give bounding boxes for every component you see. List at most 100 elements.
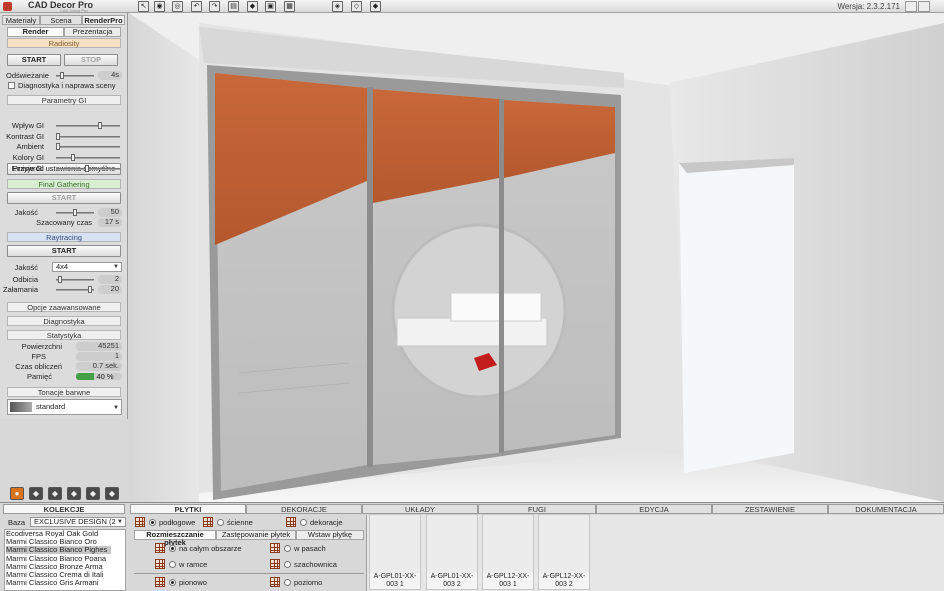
vertical-radio[interactable] [169, 579, 176, 586]
radiosity-start-button[interactable]: START [7, 54, 61, 66]
chevron-down-icon: ▼ [113, 405, 119, 411]
frame-radio[interactable] [169, 561, 176, 568]
tab-edit[interactable]: EDYCJA [596, 504, 712, 514]
box-front-icon[interactable]: ◇ [351, 1, 362, 12]
collection-list-item[interactable]: Marmi Classico Gris Armani [6, 579, 111, 587]
render-viewport[interactable] [129, 13, 944, 502]
refresh-value: 4s [98, 71, 122, 80]
gi-slider[interactable] [56, 143, 120, 151]
tab-documentation[interactable]: DOKUMENTACJA [828, 504, 944, 514]
version-label: Wersja: 2.3.2.171 [837, 2, 900, 11]
minimize-button[interactable] [905, 1, 917, 12]
tab-summary[interactable]: ZESTAWIENIE [712, 504, 828, 514]
refresh-slider[interactable] [56, 72, 94, 79]
divider [134, 573, 364, 574]
decor-radio[interactable] [300, 519, 307, 526]
radiosity-header[interactable]: Radiosity [7, 38, 121, 48]
gi-slider[interactable] [56, 122, 120, 129]
rt-refractions-label: Załamania [2, 285, 38, 294]
whole-area-label: na całym obszarze [179, 544, 242, 553]
tab-presentation[interactable]: Prezentacja [64, 27, 121, 37]
box-side-icon[interactable]: ◆ [370, 1, 381, 12]
fg-start-button[interactable]: START [7, 192, 121, 204]
save-icon[interactable]: ▣ [265, 1, 276, 12]
document-icon[interactable]: ▤ [228, 1, 239, 12]
collection-list-item[interactable]: Marmi Classico Bronze Arma [6, 563, 111, 571]
tab-scene[interactable]: Scena [40, 15, 82, 25]
gi-slider[interactable] [56, 132, 120, 140]
gi-slider-label: Kolory GI [12, 153, 44, 163]
tab-materials[interactable]: Materiały [2, 15, 40, 25]
gi-params-header[interactable]: Parametry GI [7, 95, 121, 105]
collection-list-item[interactable]: Marmi Classico Bianco Pighes [6, 546, 111, 555]
collection-list-item[interactable]: Marmi Classico Bianco Oro [6, 538, 111, 546]
floor-radio[interactable] [149, 519, 156, 526]
rt-quality-label: Jakość [14, 263, 38, 272]
grid-icon[interactable]: ▦ [284, 1, 295, 12]
cube-icon[interactable]: ◆ [105, 487, 119, 500]
advanced-options-header[interactable]: Opcje zaawansowane [7, 302, 121, 312]
rt-start-button[interactable]: START [7, 245, 121, 257]
tab-replacement[interactable]: Zastępowanie płytek [216, 530, 296, 540]
tab-renderpro[interactable]: RenderPro [82, 15, 125, 25]
cube-view-icon[interactable]: ◆ [247, 1, 258, 12]
box-3d-icon[interactable]: ◈ [332, 1, 343, 12]
maximize-button[interactable] [918, 1, 930, 12]
tab-grout[interactable]: FUGI [478, 504, 596, 514]
gi-slider[interactable] [56, 154, 120, 162]
render-panel: Materiały Scena RenderPro Render Prezent… [0, 13, 128, 419]
tone-header[interactable]: Tonacje barwne [7, 387, 121, 397]
stat-time-label: Czas obliczeń [15, 362, 62, 371]
material-icon[interactable]: ● [10, 487, 24, 500]
cube-icon[interactable]: ◆ [86, 487, 100, 500]
checker-icon [270, 559, 280, 569]
stat-surfaces-value: 45251 [76, 342, 122, 351]
raytracing-header[interactable]: Raytracing [7, 232, 121, 242]
gi-slider[interactable] [56, 164, 120, 172]
select-tool-icon[interactable]: ↖ [138, 1, 149, 12]
wall-tile-icon [203, 517, 213, 527]
cube-icon[interactable]: ◆ [29, 487, 43, 500]
tab-layouts[interactable]: UKŁADY [362, 504, 478, 514]
cube-icon[interactable]: ◆ [67, 487, 81, 500]
collection-list-item[interactable]: Ecodiversa Royal Oak Gold [6, 530, 111, 538]
tile-card[interactable]: A-GPL01-XX-003 2 [426, 514, 478, 590]
strips-radio[interactable] [284, 545, 291, 552]
statistics-header[interactable]: Statystyka [7, 330, 121, 340]
checker-radio[interactable] [284, 561, 291, 568]
cube-icon[interactable]: ◆ [48, 487, 62, 500]
rt-refractions-value: 20 [98, 285, 122, 294]
base-select[interactable]: EXCLUSIVE DESIGN (2 ▼ [30, 517, 126, 527]
diagnostics-checkbox[interactable] [8, 82, 15, 89]
tab-decorations[interactable]: DEKORACJE [246, 504, 362, 514]
diagnostics-header[interactable]: Diagnostyka [7, 316, 121, 326]
undo-icon[interactable]: ↶ [191, 1, 202, 12]
vertical-label: pionowo [179, 578, 207, 587]
tab-collections[interactable]: KOLEKCJE [3, 504, 125, 514]
tone-swatch-icon [10, 402, 32, 412]
tab-render[interactable]: Render [7, 27, 64, 37]
tile-card[interactable]: A-GPL12-XX-003 1 [482, 514, 534, 590]
tone-select[interactable]: standard ▼ [7, 399, 122, 415]
redo-icon[interactable]: ↷ [209, 1, 220, 12]
camera-icon[interactable]: ◉ [154, 1, 165, 12]
final-gathering-header[interactable]: Final Gathering [7, 179, 121, 189]
rt-reflections-slider[interactable] [56, 276, 94, 283]
fg-time-label: Szacowany czas [36, 218, 92, 227]
collection-list-item[interactable]: Marmi Classico Bianco Poana [6, 555, 111, 563]
rt-refractions-slider[interactable] [56, 286, 94, 293]
wall-radio[interactable] [217, 519, 224, 526]
tile-card[interactable]: A-GPL01-XX-003 1 [369, 514, 421, 590]
horizontal-radio[interactable] [284, 579, 291, 586]
tab-insert[interactable]: Wstaw płytkę [296, 530, 364, 540]
collection-list-item[interactable]: Marmi Classico Crema di Itali [6, 571, 111, 579]
radiosity-stop-button[interactable]: STOP [64, 54, 118, 66]
eye-icon[interactable]: ◎ [172, 1, 183, 12]
rt-quality-select[interactable]: 4x4 ▼ [52, 262, 122, 272]
frame-icon [155, 559, 165, 569]
tab-placement[interactable]: Rozmieszczanie płytek [134, 530, 216, 547]
whole-area-radio[interactable] [169, 545, 176, 552]
tab-tiles[interactable]: PŁYTKI [130, 504, 246, 514]
fg-quality-slider[interactable] [56, 209, 94, 216]
tile-card[interactable]: A-GPL12-XX-003 2 [538, 514, 590, 590]
